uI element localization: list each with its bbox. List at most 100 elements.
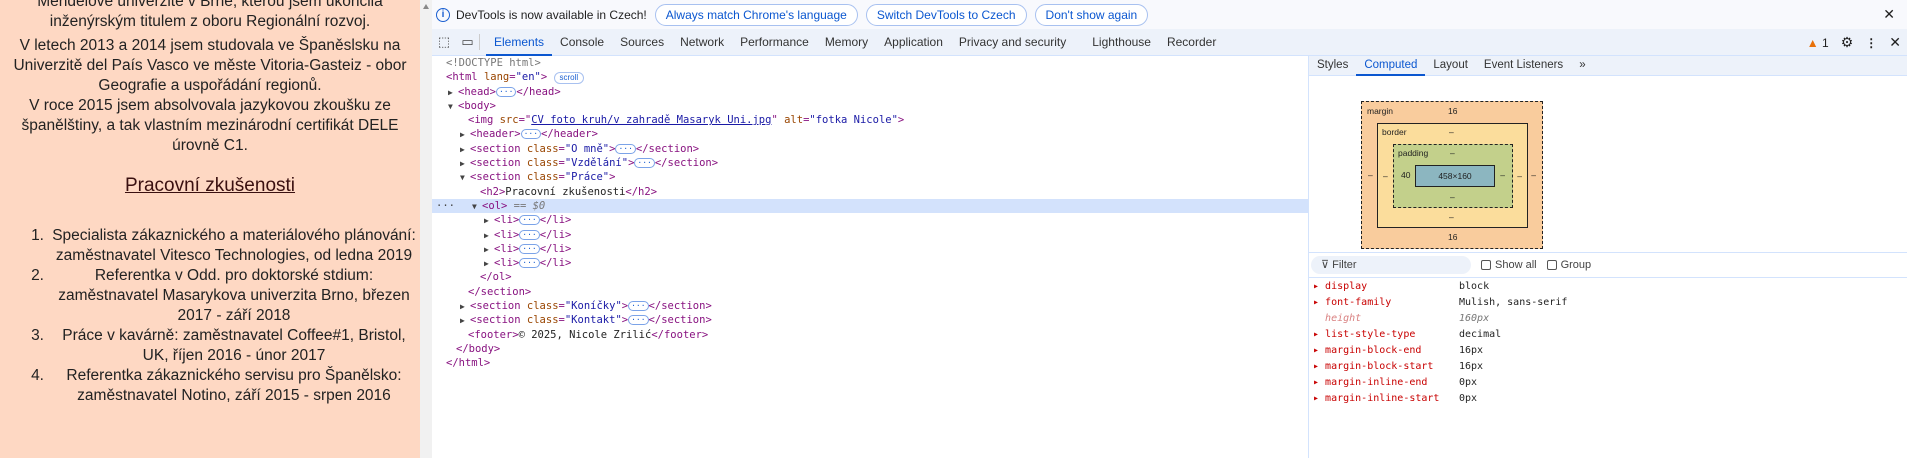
margin-top-value[interactable]: 16 xyxy=(1448,106,1457,116)
body-node[interactable]: ▼ <body> xyxy=(432,99,1308,113)
li-node[interactable]: ▶ <li> ··· </li> xyxy=(432,242,1308,256)
tab-styles[interactable]: Styles xyxy=(1309,56,1356,76)
margin-bottom-value[interactable]: 16 xyxy=(1448,232,1457,242)
img-node[interactable]: <img src="CV foto kruh/v zahradě Masaryk… xyxy=(432,113,1308,127)
close-devtools-icon[interactable]: ✕ xyxy=(1889,34,1901,51)
expand-arrow-icon[interactable]: ▶ xyxy=(448,86,458,100)
ellipsis-icon[interactable]: ··· xyxy=(519,215,540,226)
show-all-label: Show all xyxy=(1495,259,1537,271)
section-prace-node[interactable]: ▼ <section class="Práce"> xyxy=(432,170,1308,184)
expand-arrow-icon[interactable]: ▶ xyxy=(460,300,470,314)
property-row[interactable]: ▸ margin-block-end 16px xyxy=(1309,343,1907,359)
tab-console[interactable]: Console xyxy=(552,29,612,56)
expand-arrow-icon[interactable]: ▶ xyxy=(460,128,470,142)
scroll-up-arrow-icon[interactable] xyxy=(423,4,429,9)
margin-right-value[interactable]: – xyxy=(1531,170,1536,180)
tab-computed[interactable]: Computed xyxy=(1356,56,1426,76)
property-row[interactable]: ▸ font-family Mulish, sans-serif xyxy=(1309,295,1907,311)
head-node[interactable]: ▶ <head> ··· </head> xyxy=(432,85,1308,99)
collapse-arrow-icon[interactable]: ▼ xyxy=(448,100,458,114)
tab-recorder[interactable]: Recorder xyxy=(1159,29,1224,56)
tab-privacy-security[interactable]: Privacy and security xyxy=(951,29,1074,56)
expand-arrow-icon[interactable]: ▶ xyxy=(460,314,470,328)
section-vzdelani-node[interactable]: ▶ <section class="Vzdělání"> ··· </section> xyxy=(432,156,1308,170)
padding-top-value[interactable]: – xyxy=(1450,148,1455,158)
more-actions-icon[interactable]: ··· xyxy=(436,199,455,213)
li-node[interactable]: ▶ <li> ··· </li> xyxy=(432,256,1308,270)
switch-to-czech-button[interactable]: Switch DevTools to Czech xyxy=(865,3,1027,26)
match-language-button[interactable]: Always match Chrome's language xyxy=(654,3,858,26)
margin-left-value[interactable]: – xyxy=(1368,170,1373,180)
scroll-badge[interactable]: scroll xyxy=(553,72,585,85)
tab-sources[interactable]: Sources xyxy=(612,29,672,56)
tab-event-listeners[interactable]: Event Listeners xyxy=(1476,56,1571,76)
expand-arrow-icon[interactable]: ▶ xyxy=(484,229,494,243)
ol-node-selected[interactable]: ··· ▼ <ol> == $0 xyxy=(432,198,1308,214)
padding-left-value[interactable]: 40 xyxy=(1401,170,1410,180)
ellipsis-icon[interactable]: ··· xyxy=(519,243,540,254)
more-options-icon[interactable]: ⋮ xyxy=(1865,36,1877,50)
ellipsis-icon[interactable]: ··· xyxy=(520,129,542,140)
section-kontakt-node[interactable]: ▶ <section class="Kontakt"> ··· </section> xyxy=(432,313,1308,327)
li-node[interactable]: ▶ <li> ··· </li> xyxy=(432,228,1308,242)
padding-right-value[interactable]: – xyxy=(1500,170,1505,180)
property-row[interactable]: ▸ margin-inline-start 0px xyxy=(1309,391,1907,407)
tab-performance[interactable]: Performance xyxy=(732,29,817,56)
border-right-value[interactable]: – xyxy=(1517,171,1522,181)
ellipsis-icon[interactable]: ··· xyxy=(634,158,655,169)
expand-arrow-icon[interactable]: ▶ xyxy=(484,243,494,257)
ellipsis-icon[interactable]: ··· xyxy=(628,301,649,312)
border-top-value[interactable]: – xyxy=(1449,127,1454,137)
section-o-mne-node[interactable]: ▶ <section class="O mně"> ··· </section> xyxy=(432,142,1308,156)
doctype-node[interactable]: <!DOCTYPE html> xyxy=(432,56,1308,70)
device-toolbar-icon[interactable]: ▭ xyxy=(456,34,480,50)
issues-button[interactable]: ▲ 1 xyxy=(1807,36,1829,50)
ellipsis-icon[interactable]: ··· xyxy=(519,229,540,240)
collapse-arrow-icon[interactable]: ▼ xyxy=(472,200,482,214)
border-bottom-value[interactable]: – xyxy=(1449,212,1454,222)
box-model-content[interactable]: 458×160 xyxy=(1415,165,1495,187)
expand-arrow-icon[interactable]: ▶ xyxy=(460,157,470,171)
inspect-element-icon[interactable]: ⬚ xyxy=(432,34,456,50)
ellipsis-icon[interactable]: ··· xyxy=(628,315,649,326)
show-all-checkbox[interactable] xyxy=(1481,260,1491,270)
tab-lighthouse[interactable]: Lighthouse xyxy=(1084,29,1159,56)
collapse-arrow-icon[interactable]: ▼ xyxy=(460,171,470,185)
page-scrollbar[interactable] xyxy=(420,0,432,458)
footer-node[interactable]: <footer>© 2025, Nicole Zrilić</footer> xyxy=(432,328,1308,342)
dont-show-again-button[interactable]: Don't show again xyxy=(1034,3,1149,26)
tab-network[interactable]: Network xyxy=(672,29,732,56)
group-checkbox[interactable] xyxy=(1546,260,1557,270)
padding-bottom-value[interactable]: – xyxy=(1450,192,1455,202)
close-infobar-icon[interactable]: ✕ xyxy=(1883,6,1895,23)
html-node[interactable]: <html lang="en"> scroll xyxy=(432,70,1308,85)
tab-memory[interactable]: Memory xyxy=(817,29,876,56)
expand-arrow-icon[interactable]: ▶ xyxy=(460,143,470,157)
section-konicky-node[interactable]: ▶ <section class="Koníčky"> ··· </section> xyxy=(432,299,1308,313)
property-row[interactable]: height 160px xyxy=(1309,311,1907,327)
more-tabs-icon[interactable]: » xyxy=(1571,56,1593,76)
tab-elements[interactable]: Elements xyxy=(486,29,553,56)
gear-icon[interactable]: ⚙ xyxy=(1841,34,1854,51)
ol-close-tag[interactable]: </ol> xyxy=(432,270,1308,284)
border-left-value[interactable]: – xyxy=(1383,171,1388,181)
tab-layout[interactable]: Layout xyxy=(1425,56,1476,76)
section-close-tag[interactable]: </section> xyxy=(432,285,1308,299)
li-node[interactable]: ▶ <li> ··· </li> xyxy=(432,213,1308,227)
property-row[interactable]: ▸ list-style-type decimal xyxy=(1309,327,1907,343)
img-src-link[interactable]: CV foto kruh/v zahradě Masaryk Uni.jpg xyxy=(531,114,771,126)
property-row[interactable]: ▸ margin-block-start 16px xyxy=(1309,359,1907,375)
expand-arrow-icon[interactable]: ▶ xyxy=(484,214,494,228)
html-close-tag[interactable]: </html> xyxy=(432,356,1308,370)
ellipsis-icon[interactable]: ··· xyxy=(495,86,517,97)
tab-application[interactable]: Application xyxy=(876,29,951,56)
ellipsis-icon[interactable]: ··· xyxy=(519,258,540,269)
header-node[interactable]: ▶ <header> ··· </header> xyxy=(432,127,1308,141)
property-row[interactable]: ▸ margin-inline-end 0px xyxy=(1309,375,1907,391)
ellipsis-icon[interactable]: ··· xyxy=(615,143,636,154)
body-close-tag[interactable]: </body> xyxy=(432,342,1308,356)
filter-input[interactable]: ⊽ Filter xyxy=(1311,256,1471,274)
h2-node[interactable]: <h2>Pracovní zkušenosti</h2> xyxy=(432,185,1308,199)
property-row[interactable]: ▸ display block xyxy=(1309,279,1907,295)
expand-arrow-icon[interactable]: ▶ xyxy=(484,257,494,271)
